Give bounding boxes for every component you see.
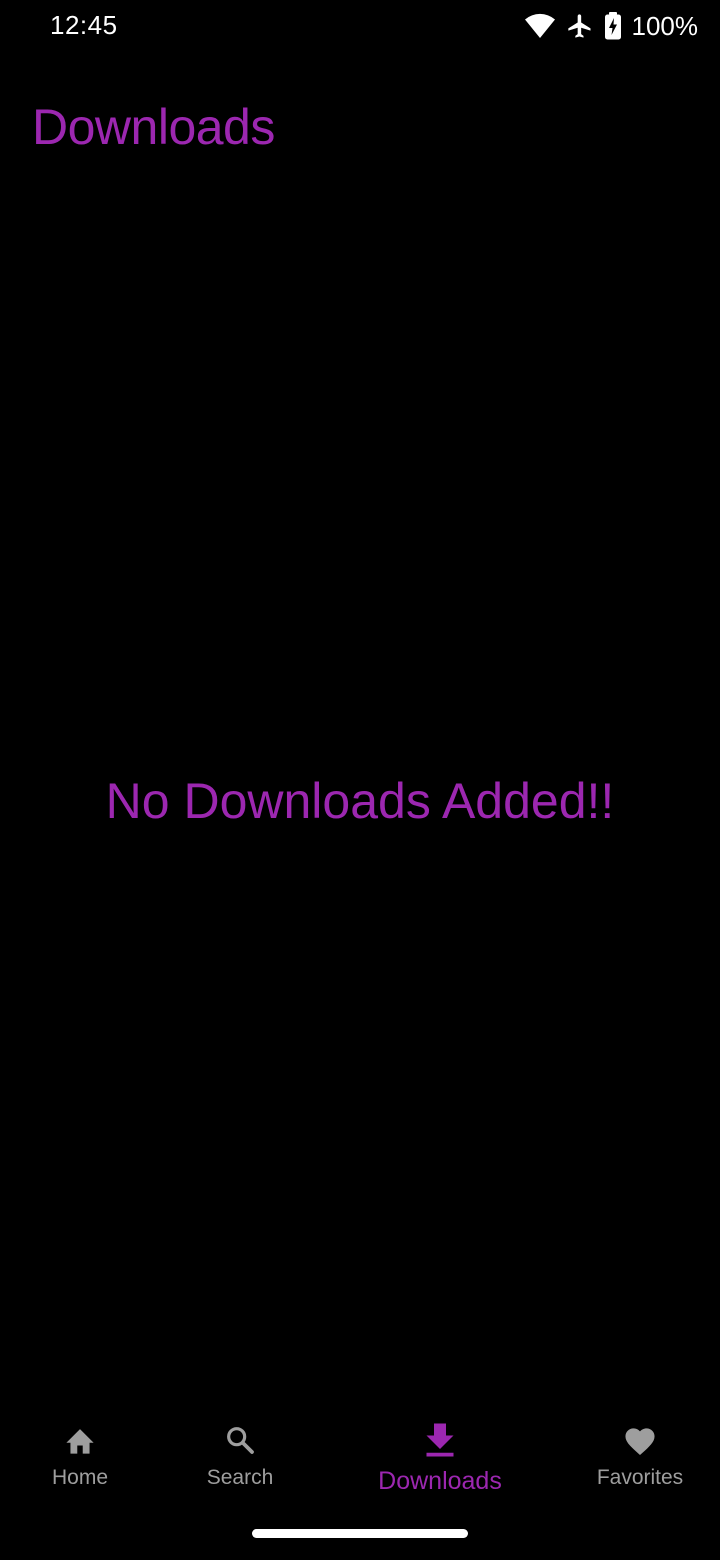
nav-item-search[interactable]: Search: [160, 1410, 320, 1510]
download-icon: [420, 1420, 460, 1460]
bottom-navigation: Home Search Downloads Favorites: [0, 1410, 720, 1510]
status-icons: 100%: [524, 9, 699, 43]
nav-label-search: Search: [206, 1466, 274, 1489]
nav-item-favorites[interactable]: Favorites: [560, 1410, 720, 1510]
nav-label-favorites: Favorites: [596, 1466, 684, 1489]
nav-label-home: Home: [51, 1466, 109, 1489]
wifi-icon: [524, 13, 556, 39]
status-time: 12:45: [50, 10, 118, 40]
page-title: Downloads: [32, 99, 275, 155]
battery-percent: 100%: [631, 10, 699, 41]
empty-state-message: No Downloads Added!!: [105, 773, 615, 829]
search-icon: [220, 1420, 260, 1460]
nav-label-downloads: Downloads: [378, 1467, 502, 1495]
heart-icon: [620, 1420, 660, 1460]
status-bar: 12:45 100%: [0, 0, 720, 52]
airplane-icon: [566, 12, 594, 40]
home-icon: [60, 1420, 100, 1460]
nav-item-downloads[interactable]: Downloads: [320, 1410, 560, 1510]
gesture-home-indicator[interactable]: [252, 1529, 468, 1538]
battery-charging-icon: [604, 12, 622, 40]
nav-item-home[interactable]: Home: [0, 1410, 160, 1510]
